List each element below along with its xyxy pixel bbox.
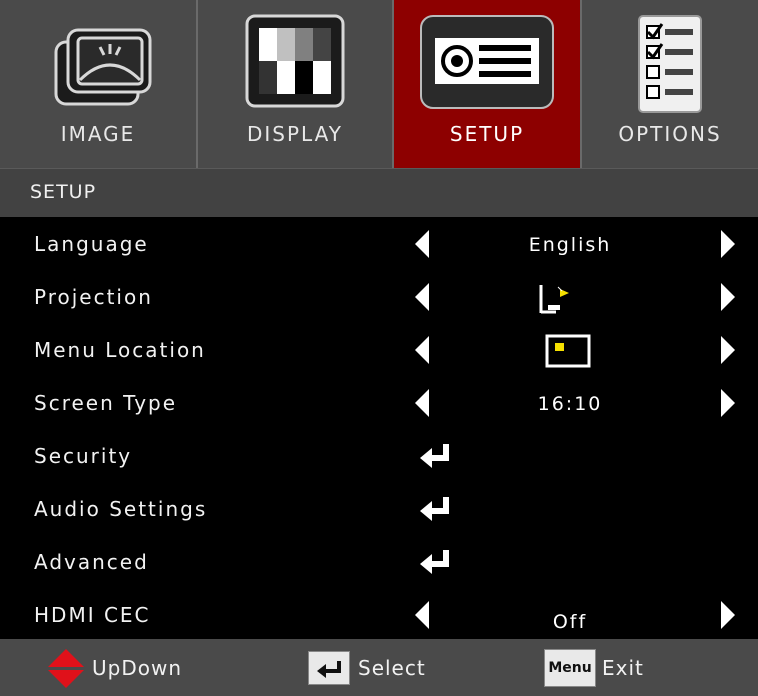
tab-display[interactable]: DISPLAY bbox=[198, 0, 392, 168]
image-icon bbox=[38, 12, 158, 116]
menu-row-advanced[interactable]: Advanced bbox=[0, 536, 758, 589]
row-value: English bbox=[528, 234, 612, 256]
left-arrow-icon[interactable] bbox=[415, 283, 429, 311]
tab-options-label: OPTIONS bbox=[618, 122, 722, 146]
updown-label: UpDown bbox=[92, 656, 183, 680]
projector-icon bbox=[417, 12, 557, 116]
footer-hint-bar: UpDown Select Menu Exit bbox=[0, 639, 758, 696]
osd-menu: IMAGE DISPLAY SETUP OPTIONS SETUP Langua… bbox=[0, 0, 758, 696]
enter-key-icon bbox=[308, 651, 350, 685]
menu-row-audio-settings[interactable]: Audio Settings bbox=[0, 483, 758, 536]
updown-icon bbox=[46, 647, 86, 693]
row-label: Screen Type bbox=[34, 391, 178, 415]
tab-setup-label: SETUP bbox=[449, 122, 525, 146]
enter-icon[interactable] bbox=[418, 546, 454, 584]
row-value: Off bbox=[552, 611, 588, 633]
right-arrow-icon[interactable] bbox=[721, 389, 735, 417]
row-label: Advanced bbox=[34, 550, 149, 574]
menu-row-projection[interactable]: Projection bbox=[0, 271, 758, 324]
left-arrow-icon[interactable] bbox=[415, 389, 429, 417]
options-checklist-icon bbox=[635, 12, 705, 120]
right-arrow-icon[interactable] bbox=[721, 601, 735, 629]
menu-row-screen-type[interactable]: Screen Type 16:10 bbox=[0, 377, 758, 430]
tab-image[interactable]: IMAGE bbox=[0, 0, 196, 168]
tab-options[interactable]: OPTIONS bbox=[582, 0, 758, 168]
projection-mode-icon bbox=[538, 279, 580, 319]
tab-display-label: DISPLAY bbox=[246, 122, 343, 146]
row-label: Security bbox=[34, 444, 133, 468]
row-label: Audio Settings bbox=[34, 497, 208, 521]
menu-row-security[interactable]: Security bbox=[0, 430, 758, 483]
row-label: Projection bbox=[34, 285, 153, 309]
menu-row-hdmi-cec[interactable]: HDMI CEC Off bbox=[0, 589, 758, 642]
select-label: Select bbox=[358, 656, 426, 680]
left-arrow-icon[interactable] bbox=[415, 601, 429, 629]
section-header: SETUP bbox=[0, 168, 758, 217]
row-label: HDMI CEC bbox=[34, 603, 151, 627]
row-label: Menu Location bbox=[34, 338, 206, 362]
menu-location-icon bbox=[545, 334, 591, 372]
tab-bar: IMAGE DISPLAY SETUP OPTIONS bbox=[0, 0, 758, 168]
display-icon bbox=[243, 12, 347, 116]
menu-row-language[interactable]: Language English bbox=[0, 218, 758, 271]
right-arrow-icon[interactable] bbox=[721, 230, 735, 258]
exit-label: Exit bbox=[602, 656, 644, 680]
row-value: 16:10 bbox=[537, 393, 603, 415]
row-label: Language bbox=[34, 232, 149, 256]
enter-icon[interactable] bbox=[418, 493, 454, 531]
tab-setup[interactable]: SETUP bbox=[394, 0, 580, 168]
tab-image-label: IMAGE bbox=[60, 122, 136, 146]
right-arrow-icon[interactable] bbox=[721, 336, 735, 364]
left-arrow-icon[interactable] bbox=[415, 336, 429, 364]
enter-icon[interactable] bbox=[418, 440, 454, 478]
section-title: SETUP bbox=[30, 181, 97, 203]
right-arrow-icon[interactable] bbox=[721, 283, 735, 311]
left-arrow-icon[interactable] bbox=[415, 230, 429, 258]
menu-row-menu-location[interactable]: Menu Location bbox=[0, 324, 758, 377]
menu-key-icon: Menu bbox=[544, 649, 596, 687]
